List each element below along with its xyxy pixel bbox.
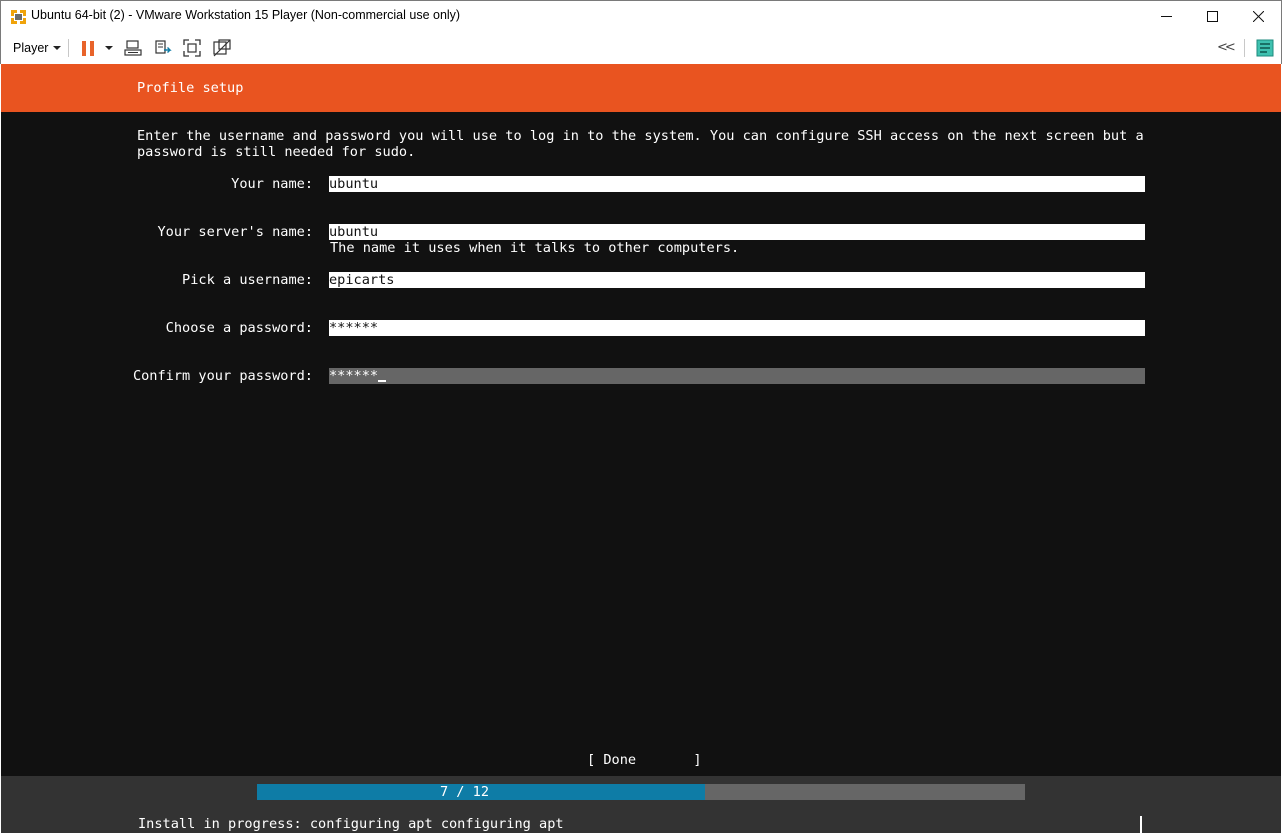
fullscreen-icon <box>183 39 201 57</box>
close-icon <box>1252 11 1264 22</box>
pause-icon <box>82 40 94 56</box>
username-input[interactable]: epicarts <box>329 272 1145 288</box>
send-ctrl-alt-del-button[interactable] <box>121 36 145 60</box>
done-button[interactable]: [ Done ] <box>587 752 702 768</box>
your-name-input[interactable]: ubuntu <box>329 176 1145 192</box>
minimize-icon <box>1160 16 1172 17</box>
install-progress-text: 7 / 12 <box>439 784 490 800</box>
minimize-button[interactable] <box>1143 1 1189 32</box>
full-screen-button[interactable] <box>180 36 204 60</box>
player-toolbar: Player << <box>0 31 1282 64</box>
toolbar-divider <box>68 39 69 57</box>
unity-mode-button[interactable] <box>210 36 234 60</box>
server-name-help: The name it uses when it talks to other … <box>330 240 740 256</box>
confirm-password-input[interactable]: ****** <box>329 368 1145 384</box>
pause-button[interactable] <box>76 36 100 60</box>
password-input[interactable]: ****** <box>329 320 1145 336</box>
pause-dropdown-icon[interactable] <box>105 46 113 50</box>
confirm-password-label: Confirm your password: <box>132 368 313 384</box>
status-cursor <box>1140 816 1142 833</box>
player-menu-button[interactable]: Player <box>9 38 65 58</box>
maximize-button[interactable] <box>1189 1 1235 32</box>
intro-text: Enter the username and password you will… <box>137 128 1144 160</box>
close-button[interactable] <box>1235 1 1281 32</box>
chevron-down-icon <box>53 46 62 50</box>
your-name-label: Your name: <box>231 176 313 192</box>
server-name-input[interactable]: ubuntu <box>329 224 1145 240</box>
maximize-icon <box>1206 11 1218 22</box>
removable-devices-button[interactable] <box>151 36 175 60</box>
installer-footer: 7 / 12 Install in progress: configuring … <box>1 776 1281 833</box>
unity-mode-icon <box>213 39 231 57</box>
installer-header: Profile setup <box>1 64 1281 112</box>
page-title: Profile setup <box>137 80 244 96</box>
toolbar-divider <box>1244 39 1245 57</box>
install-status-text: Install in progress: configuring apt con… <box>138 816 564 832</box>
player-menu-label: Player <box>13 41 49 55</box>
username-label: Pick a username: <box>182 272 313 288</box>
password-label: Choose a password: <box>165 320 313 336</box>
device-transfer-icon <box>155 40 172 54</box>
text-cursor <box>378 368 387 382</box>
confirm-password-value: ****** <box>329 368 379 384</box>
vmware-player-icon <box>10 8 27 25</box>
window-titlebar: Ubuntu 64-bit (2) - VMware Workstation 1… <box>0 0 1282 31</box>
notes-icon <box>1256 39 1274 57</box>
computer-keyboard-icon <box>124 40 142 56</box>
window-title: Ubuntu 64-bit (2) - VMware Workstation 1… <box>31 8 461 22</box>
server-name-label: Your server's name: <box>157 224 314 240</box>
collapse-toolbar-icon[interactable]: << <box>1217 40 1236 55</box>
vm-console-screen[interactable]: Profile setup Enter the username and pas… <box>1 64 1281 833</box>
install-progress-bar: 7 / 12 <box>257 784 1025 800</box>
messages-button[interactable] <box>1253 36 1277 60</box>
